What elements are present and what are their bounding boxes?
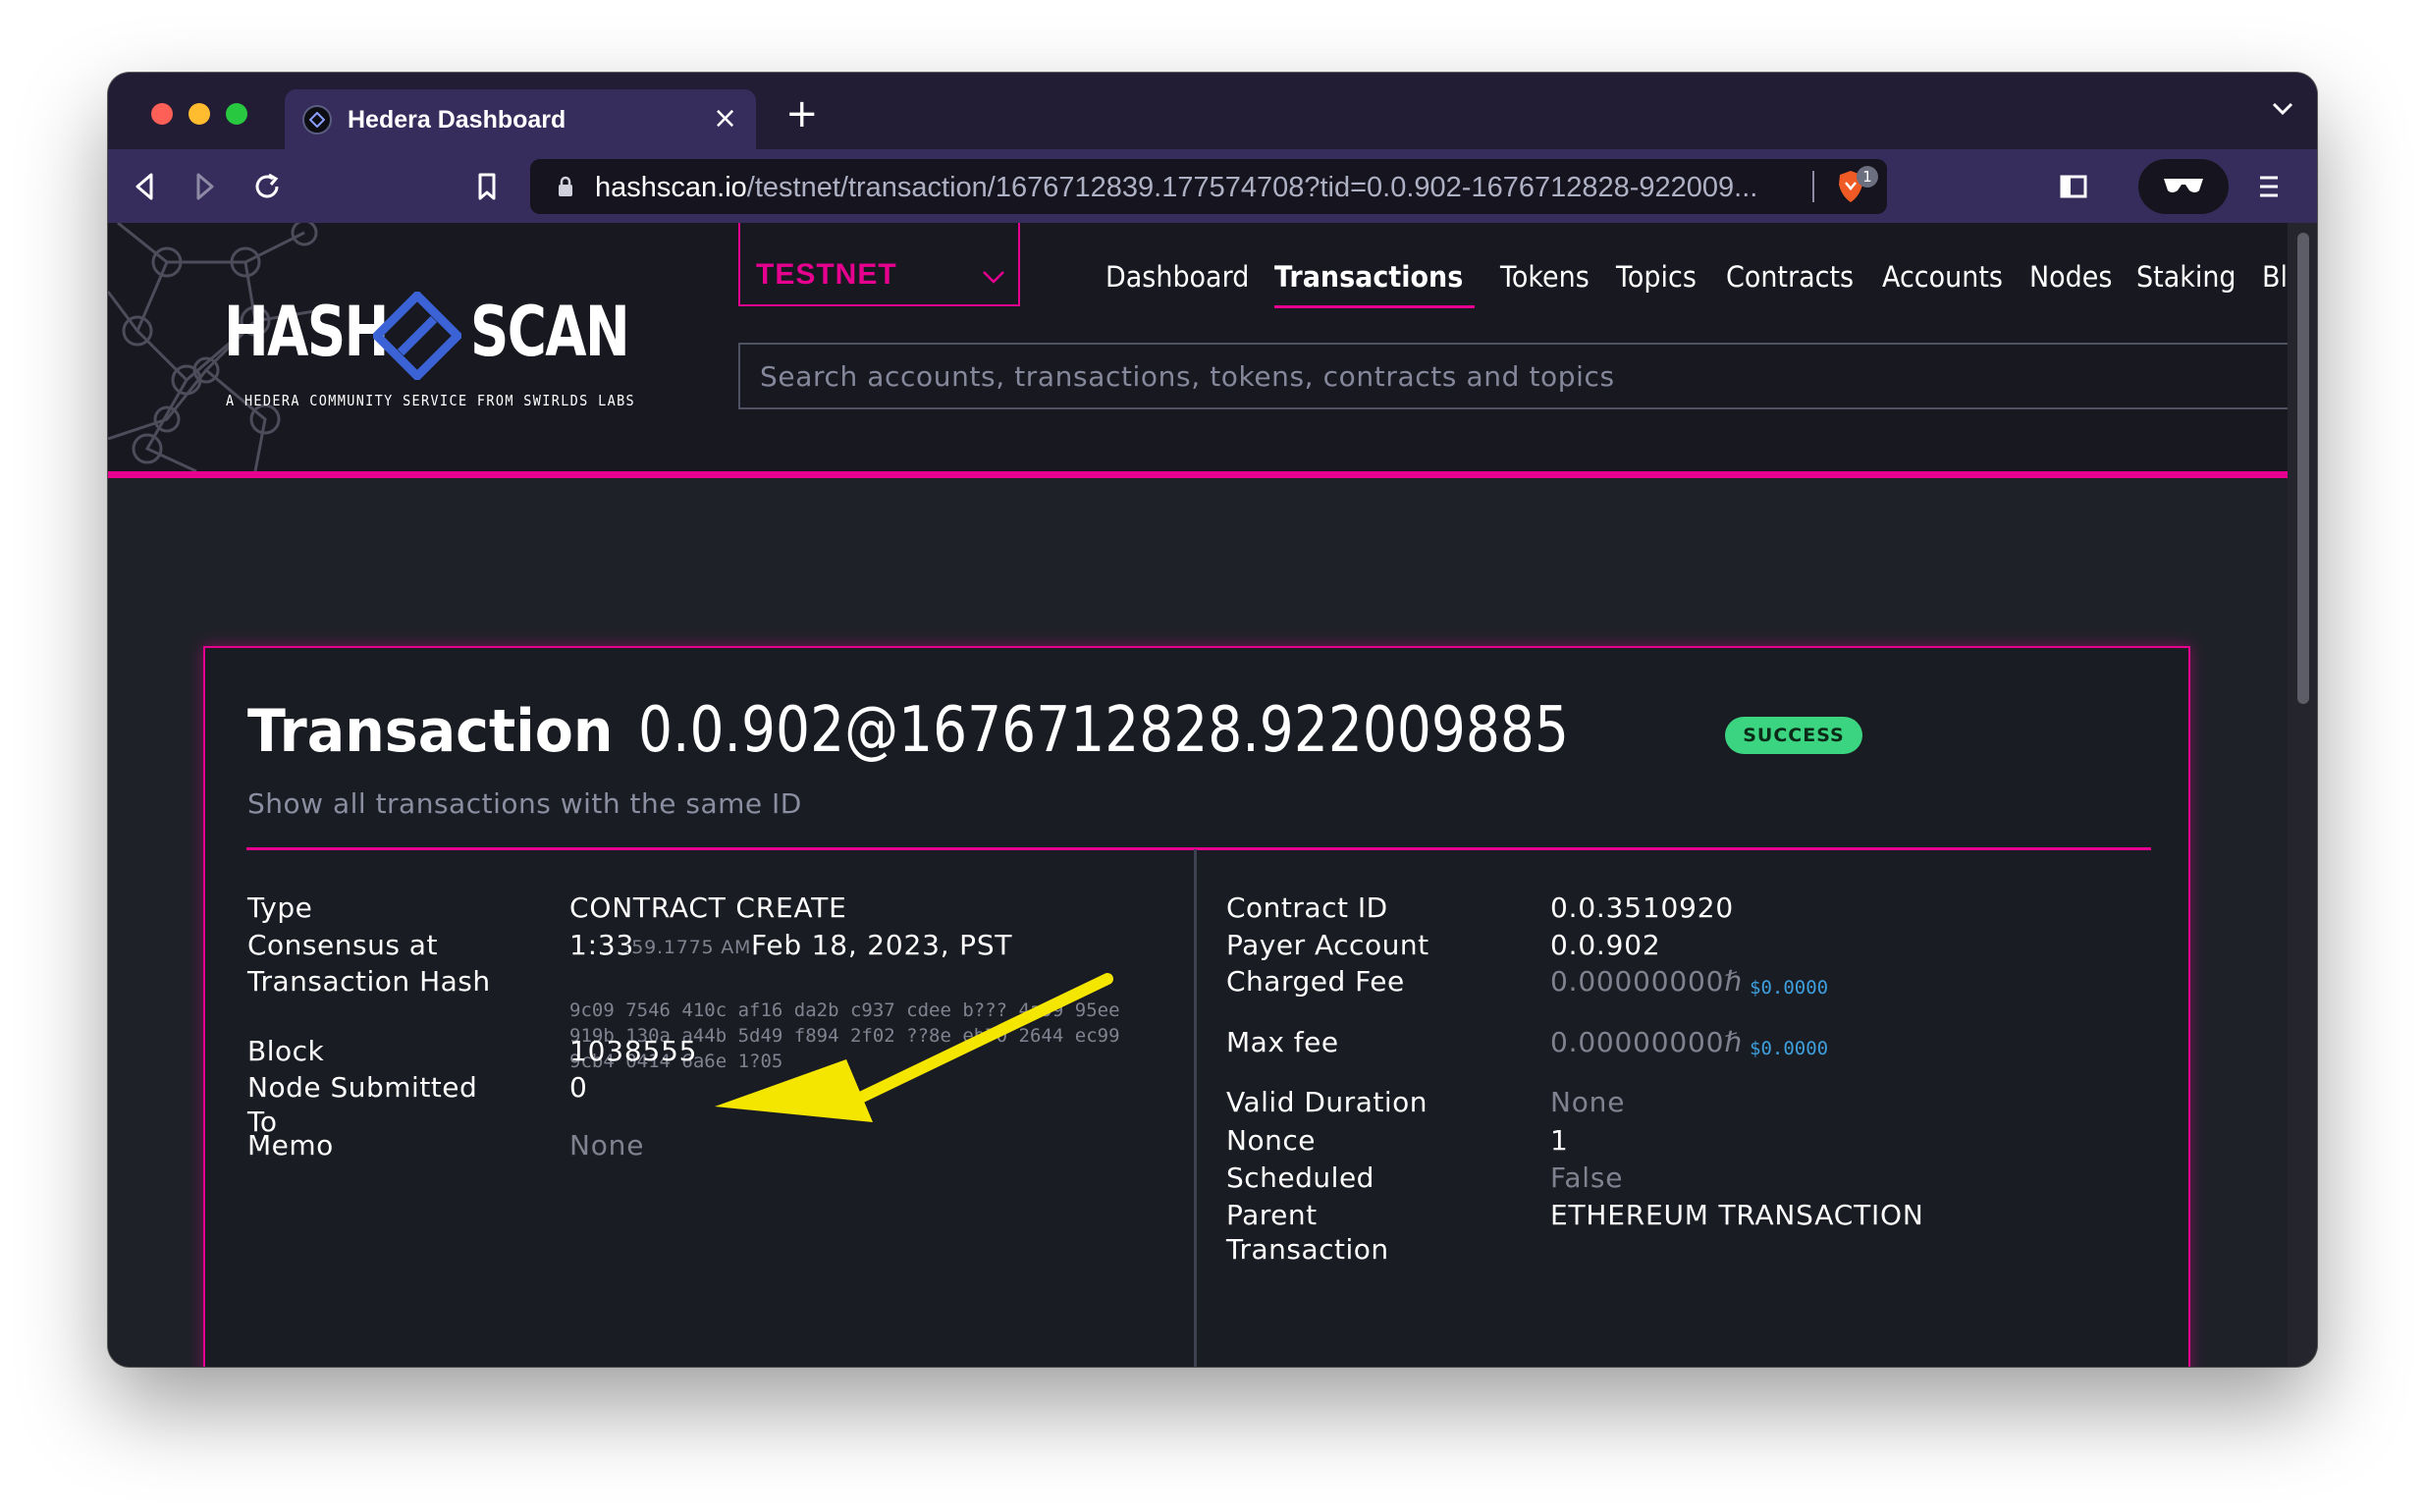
max-fee-usd: $0.0000 (1750, 1038, 1829, 1059)
valid-duration-label: Valid Duration (1226, 1086, 1428, 1118)
nonce-label: Nonce (1226, 1124, 1316, 1157)
type-value: CONTRACT CREATE (569, 891, 847, 924)
status-badge: SUCCESS (1725, 717, 1862, 754)
charged-fee-usd: $0.0000 (1750, 977, 1829, 999)
node-link[interactable]: 0 (569, 1070, 588, 1105)
transaction-card: Transaction 0.0.902@1676712828.922009885 … (203, 646, 2190, 1367)
payer-label: Payer Account (1226, 929, 1429, 961)
column-divider (1194, 849, 1197, 1367)
memo-label: Memo (247, 1129, 334, 1161)
wallet-button[interactable] (2138, 159, 2229, 214)
back-icon[interactable] (130, 167, 159, 206)
address-bar[interactable]: hashscan.io/testnet/transaction/16767128… (530, 159, 1887, 214)
close-window-button[interactable] (151, 103, 173, 125)
scheduled-value: False (1550, 1161, 1624, 1194)
page-scrollbar[interactable] (2288, 223, 2317, 1367)
minimize-window-button[interactable] (189, 103, 210, 125)
glasses-icon (2164, 179, 2203, 192)
url-separator (1812, 171, 1814, 202)
transaction-id: 0.0.902@1676712828.922009885 (638, 694, 1570, 767)
network-selector[interactable]: TESTNET (738, 223, 1020, 306)
nav-blocks[interactable]: Bl (2262, 260, 2288, 294)
shields-count-badge: 1 (1857, 166, 1878, 188)
menu-icon[interactable] (2254, 167, 2284, 206)
bookmark-icon[interactable] (473, 167, 501, 206)
forward-icon[interactable] (190, 167, 220, 206)
charged-fee-value: 0.00000000ℏ (1550, 965, 1743, 998)
nav-contracts[interactable]: Contracts (1726, 260, 1854, 294)
hedera-favicon-icon (302, 105, 332, 135)
nav-accounts[interactable]: Accounts (1882, 260, 2003, 294)
browser-toolbar: hashscan.io/testnet/transaction/16767128… (108, 149, 2317, 223)
zoom-window-button[interactable] (226, 103, 247, 125)
type-label: Type (247, 891, 313, 924)
nav-nodes[interactable]: Nodes (2029, 260, 2112, 294)
block-link[interactable]: 1038555 (569, 1034, 697, 1068)
sidebar-toggle-icon[interactable] (2058, 167, 2089, 206)
block-label: Block (247, 1035, 325, 1067)
max-fee-label: Max fee (1226, 1026, 1339, 1058)
hash-label: Transaction Hash (247, 965, 491, 998)
memo-value: None (569, 1129, 645, 1161)
network-label: TESTNET (756, 258, 897, 291)
max-fee-value: 0.00000000ℏ (1550, 1026, 1743, 1058)
nav-dashboard[interactable]: Dashboard (1105, 260, 1249, 294)
consensus-seconds: :59.1775 AM (624, 937, 752, 958)
tab-title: Hedera Dashboard (348, 106, 566, 134)
parent-transaction-link[interactable]: ETHEREUM TRANSACTION (1550, 1198, 1924, 1232)
active-nav-underline (1274, 305, 1475, 308)
same-id-link[interactable]: Show all transactions with the same ID (247, 787, 802, 820)
site-header: HASH SCAN A HEDERA COMMUNITY SERVICE FROM… (108, 223, 2288, 471)
search-input[interactable] (740, 345, 2288, 407)
tab-list-chevron-icon[interactable] (2272, 102, 2293, 116)
scrollbar-thumb[interactable] (2297, 233, 2309, 704)
chevron-down-icon (983, 271, 1004, 284)
url-text: hashscan.io/testnet/transaction/16767128… (595, 172, 1758, 203)
charged-fee-label: Charged Fee (1226, 965, 1405, 998)
consensus-date: Feb 18, 2023, PST (751, 929, 1013, 961)
consensus-label: Consensus at (247, 929, 438, 961)
contract-id-link[interactable]: 0.0.3510920 (1550, 891, 1734, 925)
tab-bar: Hedera Dashboard × + (108, 73, 2317, 149)
card-divider (246, 847, 2151, 850)
parent-transaction-label: Parent Transaction (1226, 1199, 1389, 1266)
reload-icon[interactable] (249, 167, 285, 206)
contract-id-label: Contract ID (1226, 891, 1388, 924)
browser-window: Hedera Dashboard × + hashscan.io/testnet… (108, 73, 2317, 1367)
hashscan-page: HASH SCAN A HEDERA COMMUNITY SERVICE FROM… (108, 223, 2288, 1367)
logo-tagline: A HEDERA COMMUNITY SERVICE FROM SWIRLDS … (226, 392, 636, 409)
valid-duration-value: None (1550, 1086, 1626, 1118)
page-title: Transaction 0.0.902@1676712828.922009885 (247, 694, 1570, 767)
nav-tokens[interactable]: Tokens (1500, 260, 1590, 294)
nav-transactions[interactable]: Transactions (1274, 260, 1463, 294)
lock-icon (559, 176, 572, 196)
new-tab-button[interactable]: + (785, 94, 819, 134)
tab-close-icon[interactable]: × (713, 99, 737, 138)
nonce-value: 1 (1550, 1124, 1569, 1157)
payer-link[interactable]: 0.0.902 (1550, 928, 1660, 962)
hashscan-diamond-icon (373, 292, 461, 380)
nav-staking[interactable]: Staking (2136, 260, 2236, 294)
nav-topics[interactable]: Topics (1616, 260, 1697, 294)
browser-tab[interactable]: Hedera Dashboard × (285, 89, 756, 149)
search-box (738, 343, 2288, 409)
scheduled-label: Scheduled (1226, 1161, 1374, 1194)
header-accent-line (108, 471, 2288, 478)
